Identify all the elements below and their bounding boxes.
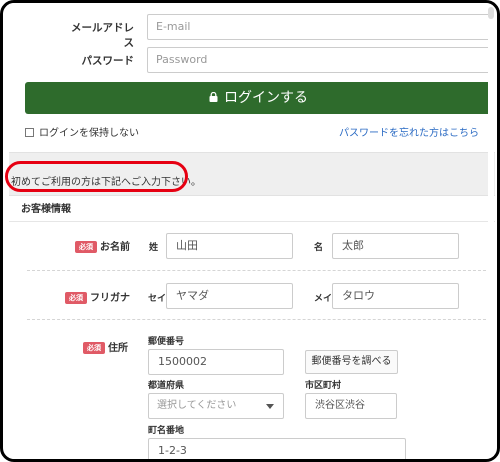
highlight-circle [5, 161, 188, 192]
email-label: メールアドレス [71, 22, 134, 49]
name-label-group: 必須 お名前 [75, 238, 130, 253]
required-badge: 必須 [75, 241, 97, 253]
password-row: パスワード Password [9, 47, 495, 75]
kana-first-field[interactable]: タロウ [332, 283, 459, 309]
prefecture-label: 都道府県 [148, 381, 185, 391]
address-label-group: 必須 住所 [83, 339, 128, 354]
name-label: お名前 [100, 242, 130, 253]
required-badge: 必須 [65, 292, 87, 304]
keep-logged-in-label: ログインを保持しない [39, 128, 139, 139]
keep-logged-in[interactable]: ログインを保持しない [25, 124, 139, 139]
page-content: メールアドレス E-mail パスワード Password ログインする ログイ… [5, 3, 495, 459]
password-label: パスワード [81, 55, 135, 67]
prefecture-select[interactable]: 選択してください [148, 393, 284, 419]
section-title-customer-info: お客様情報 [21, 204, 71, 215]
row-divider [27, 319, 491, 320]
email-row: メールアドレス E-mail [9, 14, 495, 49]
forgot-password-link[interactable]: パスワードを忘れた方はこちら [339, 124, 479, 139]
kana-last-label: セイ [148, 294, 167, 304]
address-label: 住所 [108, 343, 128, 354]
postal-code-label: 郵便番号 [148, 337, 185, 347]
scrollbar[interactable] [488, 7, 494, 459]
login-button[interactable]: ログインする [25, 82, 492, 114]
last-name-field[interactable]: 山田 [166, 233, 293, 259]
prefecture-selected: 選択してください [157, 400, 237, 411]
device-frame: メールアドレス E-mail パスワード Password ログインする ログイ… [0, 0, 500, 462]
first-name-label: 名 [314, 243, 324, 253]
postal-code-field[interactable]: 1500002 [148, 349, 284, 375]
kana-first-label: メイ [314, 294, 333, 304]
kana-label-group: 必須 フリガナ [65, 289, 130, 304]
divider [9, 221, 495, 222]
email-field[interactable]: E-mail [147, 14, 491, 40]
postal-lookup-button[interactable]: 郵便番号を調べる [305, 350, 398, 374]
kana-last-field[interactable]: ヤマダ [166, 283, 293, 309]
scrollbar-thumb[interactable] [488, 7, 494, 19]
street-label: 町名番地 [148, 426, 185, 436]
kana-label: フリガナ [90, 293, 130, 304]
login-button-label: ログインする [224, 90, 308, 106]
lock-icon [209, 82, 218, 102]
keep-logged-in-checkbox[interactable] [25, 128, 34, 137]
first-name-field[interactable]: 太郎 [332, 233, 459, 259]
required-badge: 必須 [83, 342, 105, 354]
street-field[interactable]: 1-2-3 [148, 438, 406, 459]
chevron-down-icon [266, 404, 274, 409]
last-name-label: 姓 [149, 243, 159, 253]
city-field[interactable]: 渋谷区渋谷 [305, 393, 397, 419]
city-label: 市区町村 [305, 381, 342, 391]
row-divider [27, 270, 491, 271]
password-field[interactable]: Password [147, 47, 491, 73]
